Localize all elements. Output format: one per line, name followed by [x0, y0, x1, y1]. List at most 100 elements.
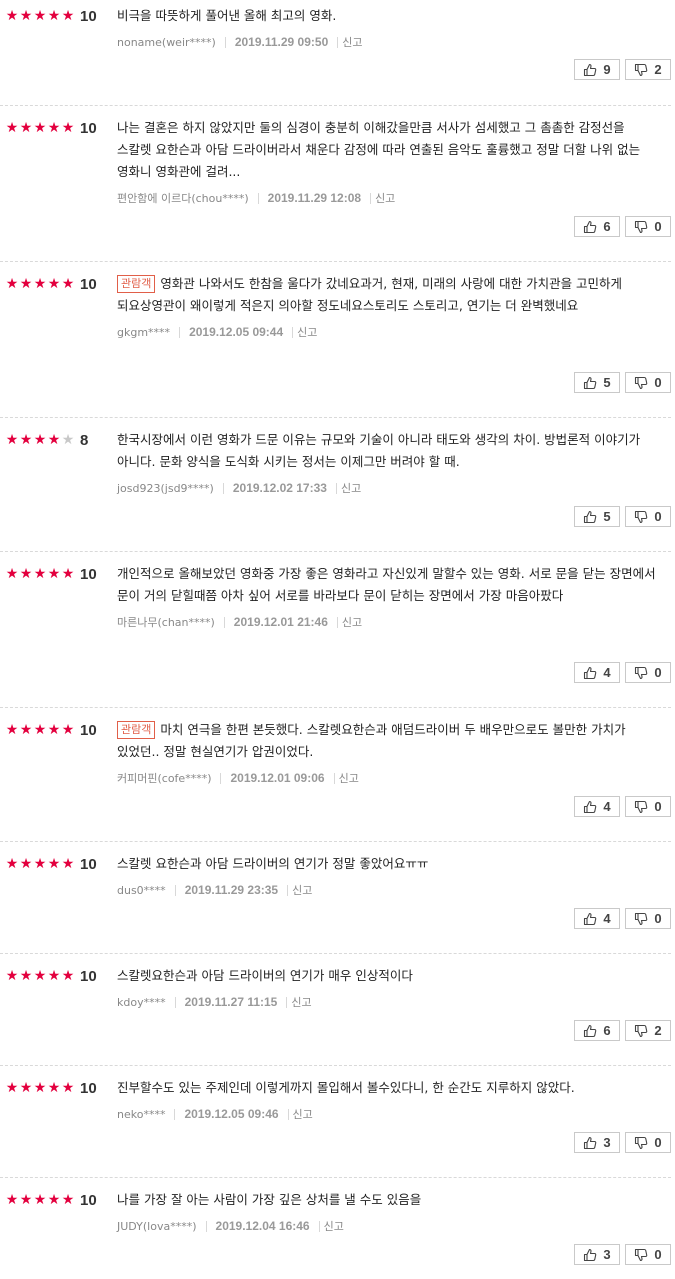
thumbs-down-icon	[634, 666, 648, 680]
review-item: ★ ★ ★ ★ ★ 8 한국시장에서 이런 영화가 드문 이유는 규모와 기술이 아니라 태…	[0, 429, 671, 552]
dislike-button[interactable]: 2	[625, 1020, 671, 1041]
like-button[interactable]: 3	[574, 1244, 620, 1265]
like-button[interactable]: 5	[574, 506, 620, 527]
reviewer-name[interactable]: kdoy****	[117, 996, 166, 1009]
star-rating: ★ ★ ★ ★ ★ 10	[5, 117, 97, 139]
stars: ★ ★ ★ ★ ★	[5, 1193, 75, 1207]
star-icon: ★	[19, 8, 33, 24]
star-icon: ★	[47, 1080, 61, 1096]
like-count: 4	[603, 665, 611, 680]
reviewer-name[interactable]: 마른나무(chan****)	[117, 614, 215, 630]
divider	[318, 1220, 320, 1232]
viewer-badge: 관람객	[117, 721, 156, 739]
review-item: ★ ★ ★ ★ ★ 10 관람객 영화관 나와서도 한참을 울다가 갔네요과거, 현재, 미래…	[0, 273, 671, 418]
star-icon: ★	[33, 722, 47, 738]
star-icon: ★	[19, 1192, 33, 1208]
dislike-button[interactable]: 0	[625, 796, 671, 817]
vote-buttons: 40	[574, 908, 671, 929]
star-rating: ★ ★ ★ ★ ★ 10	[5, 273, 97, 295]
divider	[336, 616, 338, 628]
review-item: ★ ★ ★ ★ ★ 10 나는 결혼은 하지 않았지만 둘의 심경이 충분히 이해갔을만큼 …	[0, 117, 671, 262]
rating-score: 10	[80, 1079, 97, 1097]
star-icon: ★	[19, 1080, 33, 1096]
reviewer-name[interactable]: josd923(jsd9****)	[117, 482, 214, 495]
viewer-badge: 관람객	[117, 275, 156, 293]
stars: ★ ★ ★ ★ ★	[5, 1081, 75, 1095]
star-icon: ★	[61, 856, 75, 872]
reviewer-name[interactable]: noname(weir****)	[117, 36, 216, 49]
dislike-button[interactable]: 0	[625, 1244, 671, 1265]
report-link[interactable]: 신고	[342, 34, 362, 50]
review-item: ★ ★ ★ ★ ★ 10 나를 가장 잘 아는 사람이 가장 깊은 상처를 낼 수도 있음을…	[0, 1189, 671, 1279]
review-body: 한국시장에서 이런 영화가 드문 이유는 규모와 기술이 아니라 태도와 생각의…	[117, 429, 657, 496]
rating-score: 10	[80, 119, 97, 137]
thumbs-down-icon	[634, 800, 648, 814]
star-icon: ★	[61, 432, 75, 448]
report-link[interactable]: 신고	[375, 190, 395, 206]
like-button[interactable]: 4	[574, 908, 620, 929]
like-button[interactable]: 4	[574, 796, 620, 817]
reviewer-name[interactable]: 편안함에 이르다(chou****)	[117, 190, 249, 206]
like-button[interactable]: 9	[574, 59, 620, 80]
star-icon: ★	[19, 432, 33, 448]
review-body: 비극을 따뜻하게 풀어낸 올해 최고의 영화. noname(weir****) 2…	[117, 5, 657, 50]
like-button[interactable]: 5	[574, 372, 620, 393]
vote-buttons: 30	[574, 1244, 671, 1265]
like-count: 6	[603, 1023, 611, 1038]
report-link[interactable]: 신고	[342, 614, 362, 630]
like-count: 6	[603, 219, 611, 234]
star-icon: ★	[5, 1192, 19, 1208]
review-date: 2019.12.01 09:06	[230, 771, 325, 785]
review-date: 2019.11.29 23:35	[184, 883, 279, 897]
dislike-button[interactable]: 0	[625, 216, 671, 237]
rating-score: 10	[80, 967, 97, 985]
thumbs-up-icon	[583, 220, 597, 234]
review-item: ★ ★ ★ ★ ★ 10 관람객 마치 연극을 한편 본듯했다. 스칼렛요한슨과 애덤드라이버…	[0, 719, 671, 842]
like-button[interactable]: 6	[574, 1020, 620, 1041]
thumbs-down-icon	[634, 1248, 648, 1262]
star-icon: ★	[47, 432, 61, 448]
dislike-button[interactable]: 0	[625, 908, 671, 929]
reviewer-name[interactable]: dus0****	[117, 884, 166, 897]
star-rating: ★ ★ ★ ★ ★ 8	[5, 429, 89, 451]
dislike-count: 0	[654, 219, 662, 234]
like-button[interactable]: 6	[574, 216, 620, 237]
dislike-button[interactable]: 0	[625, 372, 671, 393]
report-link[interactable]: 신고	[341, 480, 361, 496]
report-link[interactable]: 신고	[293, 1106, 313, 1122]
star-icon: ★	[5, 8, 19, 24]
rating-score: 10	[80, 7, 97, 25]
divider	[222, 482, 224, 494]
report-link[interactable]: 신고	[291, 994, 311, 1010]
dislike-count: 0	[654, 375, 662, 390]
like-button[interactable]: 3	[574, 1132, 620, 1153]
divider	[174, 884, 176, 896]
star-icon: ★	[47, 856, 61, 872]
review-date: 2019.12.01 21:46	[233, 615, 328, 629]
dislike-button[interactable]: 0	[625, 1132, 671, 1153]
star-icon: ★	[33, 1080, 47, 1096]
dislike-button[interactable]: 0	[625, 506, 671, 527]
stars: ★ ★ ★ ★ ★	[5, 567, 75, 581]
report-link[interactable]: 신고	[292, 882, 312, 898]
dislike-button[interactable]: 0	[625, 662, 671, 683]
star-rating: ★ ★ ★ ★ ★ 10	[5, 719, 97, 741]
star-icon: ★	[61, 566, 75, 582]
reviewer-name[interactable]: gkgm****	[117, 326, 170, 339]
review-meta: josd923(jsd9****) 2019.12.02 17:33 신고	[117, 480, 657, 496]
divider	[292, 326, 294, 338]
reviewer-name[interactable]: neko****	[117, 1108, 165, 1121]
divider	[257, 192, 259, 204]
like-button[interactable]: 4	[574, 662, 620, 683]
star-icon: ★	[5, 432, 19, 448]
star-icon: ★	[61, 1080, 75, 1096]
report-link[interactable]: 신고	[297, 324, 317, 340]
report-link[interactable]: 신고	[339, 770, 359, 786]
dislike-count: 0	[654, 1135, 662, 1150]
dislike-button[interactable]: 2	[625, 59, 671, 80]
reviewer-name[interactable]: JUDY(lova****)	[117, 1220, 197, 1233]
report-link[interactable]: 신고	[324, 1218, 344, 1234]
reviewer-name[interactable]: 커피머핀(cofe****)	[117, 770, 211, 786]
review-body: 나를 가장 잘 아는 사람이 가장 깊은 상처를 낼 수도 있음을 JUDY(lo…	[117, 1189, 657, 1234]
review-text: 관람객 마치 연극을 한편 본듯했다. 스칼렛요한슨과 애덤드라이버 두 배우만으…	[117, 721, 626, 759]
